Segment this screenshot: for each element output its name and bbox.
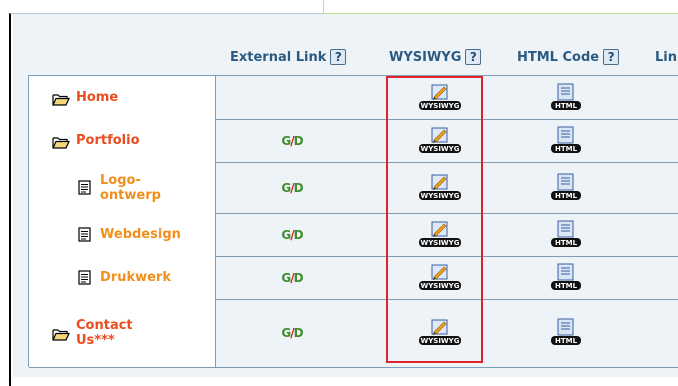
header-wysiwyg: WYSIWYG ? [389, 47, 482, 67]
svg-text:HTML: HTML [555, 145, 578, 153]
html-code-icon[interactable]: HTML [548, 83, 584, 113]
external-link-icon[interactable]: G/D [281, 134, 303, 148]
header-external-link-label: External Link [230, 49, 327, 65]
html-code-icon[interactable]: HTML [548, 220, 584, 250]
page-icon [78, 180, 91, 195]
external-link-icon[interactable]: G/D [281, 228, 303, 242]
page-name-cell: Logo-ontwerp [29, 162, 216, 213]
page-link[interactable]: Drukwerk [100, 270, 171, 285]
page-link[interactable]: Contact Us*** [76, 318, 133, 348]
page-icon [78, 270, 91, 285]
footer-strip [11, 377, 678, 386]
external-link-icon[interactable]: G/D [281, 326, 303, 340]
folder-icon [52, 91, 70, 106]
header-html-code-label: HTML Code [517, 49, 600, 65]
svg-text:HTML: HTML [555, 337, 578, 345]
svg-text:HTML: HTML [555, 282, 578, 290]
wysiwyg-highlight-box [386, 76, 483, 363]
header-link-partial: Lin [655, 47, 677, 67]
top-accent-bar [323, 0, 678, 14]
header-link-label-partial: Lin [655, 49, 677, 65]
page-name-cell: Webdesign [29, 213, 216, 256]
folder-icon [52, 326, 70, 341]
page-link[interactable]: Portfolio [76, 133, 140, 148]
help-icon-wysiwyg[interactable]: ? [465, 49, 482, 65]
pages-table: Home WYSIWYG HTML Portfolio G/D WYSIWYG HTML Lo… [28, 75, 678, 368]
table-row: Logo-ontwerp G/D WYSIWYG HTML [29, 162, 678, 214]
table-row: Webdesign G/D WYSIWYG HTML [29, 213, 678, 257]
page-name-cell: Home [29, 76, 216, 119]
html-code-icon[interactable]: HTML [548, 126, 584, 156]
page-name-cell: Drukwerk [29, 256, 216, 299]
external-link-icon[interactable]: G/D [281, 181, 303, 195]
help-icon-html[interactable]: ? [603, 49, 620, 65]
page-name-cell: Portfolio [29, 119, 216, 162]
header-wysiwyg-label: WYSIWYG [389, 49, 462, 65]
external-link-icon[interactable]: G/D [281, 271, 303, 285]
html-code-icon[interactable]: HTML [548, 263, 584, 293]
page-link[interactable]: Webdesign [100, 227, 181, 242]
svg-text:HTML: HTML [555, 192, 578, 200]
header-html-code: HTML Code ? [517, 47, 620, 67]
table-row: Portfolio G/D WYSIWYG HTML [29, 119, 678, 163]
header-external-link: External Link ? [230, 47, 347, 67]
page-link[interactable]: Logo-ontwerp [100, 173, 161, 203]
table-row: Contact Us*** G/D WYSIWYG HTML [29, 299, 678, 368]
page-link[interactable]: Home [76, 90, 118, 105]
help-icon-external[interactable]: ? [330, 49, 347, 65]
page-name-cell: Contact Us*** [29, 299, 216, 367]
table-row: Drukwerk G/D WYSIWYG HTML [29, 256, 678, 300]
table-row: Home WYSIWYG HTML [29, 76, 678, 120]
page-icon [78, 227, 91, 242]
folder-icon [52, 134, 70, 149]
html-code-icon[interactable]: HTML [548, 318, 584, 348]
html-code-icon[interactable]: HTML [548, 173, 584, 203]
svg-text:HTML: HTML [555, 239, 578, 247]
svg-text:HTML: HTML [555, 102, 578, 110]
